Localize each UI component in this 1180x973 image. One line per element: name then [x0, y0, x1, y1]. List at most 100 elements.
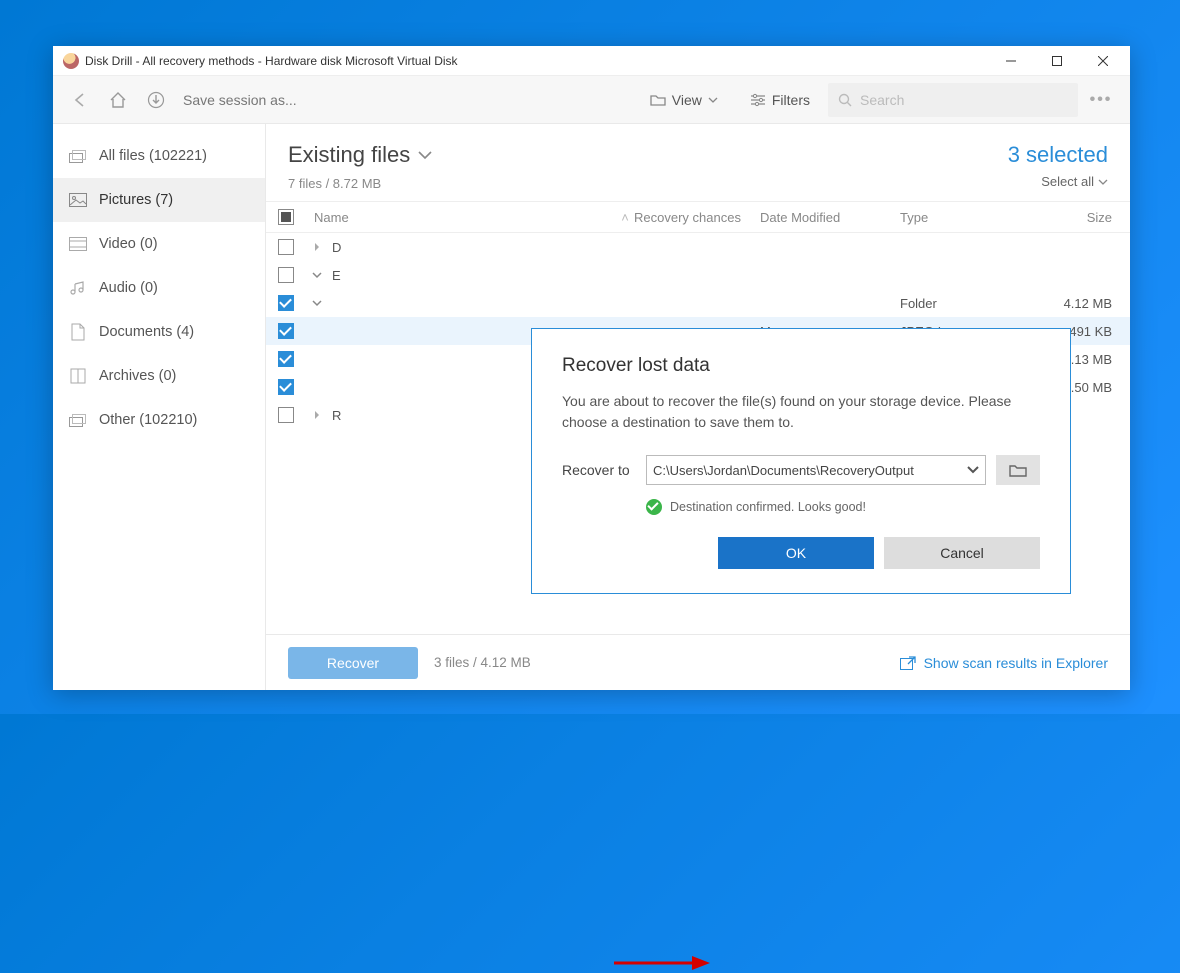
- stack-icon: [69, 147, 87, 165]
- table-row[interactable]: Folder4.12 MB: [266, 289, 1130, 317]
- window-title: Disk Drill - All recovery methods - Hard…: [85, 54, 988, 68]
- main-title: Existing files: [288, 142, 410, 168]
- recover-button[interactable]: Recover: [288, 647, 418, 679]
- cell-size: 4.12 MB: [1020, 296, 1130, 311]
- chevron-down-icon: [708, 97, 718, 103]
- table-header: Name ˄ Recovery chances Date Modified Ty…: [266, 201, 1130, 233]
- audio-icon: [69, 279, 87, 297]
- search-icon: [838, 93, 852, 107]
- col-name[interactable]: Name: [306, 210, 616, 225]
- expand-icon[interactable]: [306, 410, 328, 420]
- sidebar-item-label: Video (0): [99, 236, 158, 252]
- row-checkbox[interactable]: [278, 295, 294, 311]
- explorer-label: Show scan results in Explorer: [924, 655, 1108, 671]
- sort-indicator: ˄: [616, 210, 634, 225]
- sidebar-item-audio[interactable]: Audio (0): [53, 266, 265, 310]
- video-icon: [69, 235, 87, 253]
- select-all-checkbox[interactable]: [278, 209, 294, 225]
- annotation-arrow: [612, 953, 712, 973]
- chevron-down-icon: [967, 466, 979, 474]
- row-checkbox[interactable]: [278, 323, 294, 339]
- search-placeholder: Search: [860, 92, 904, 108]
- confirm-text: Destination confirmed. Looks good!: [670, 500, 866, 514]
- sidebar-item-documents[interactable]: Documents (4): [53, 310, 265, 354]
- select-all-label: Select all: [1041, 174, 1094, 189]
- title-bar: Disk Drill - All recovery methods - Hard…: [53, 46, 1130, 76]
- main-header: Existing files 7 files / 8.72 MB 3 selec…: [266, 124, 1130, 201]
- sidebar-item-label: Audio (0): [99, 280, 158, 296]
- close-button[interactable]: [1080, 46, 1126, 76]
- search-input[interactable]: Search: [828, 83, 1078, 117]
- cancel-button[interactable]: Cancel: [884, 537, 1040, 569]
- expand-icon[interactable]: [306, 270, 328, 280]
- row-checkbox[interactable]: [278, 407, 294, 423]
- back-button[interactable]: [63, 83, 97, 117]
- sidebar-item-archives[interactable]: Archives (0): [53, 354, 265, 398]
- main-subtitle: 7 files / 8.72 MB: [288, 176, 1008, 191]
- col-type[interactable]: Type: [900, 210, 1020, 225]
- col-recovery[interactable]: Recovery chances: [634, 210, 760, 225]
- sidebar-item-label: Pictures (7): [99, 192, 173, 208]
- row-checkbox[interactable]: [278, 267, 294, 283]
- table-row[interactable]: D: [266, 233, 1130, 261]
- maximize-button[interactable]: [1034, 46, 1080, 76]
- main: Existing files 7 files / 8.72 MB 3 selec…: [266, 124, 1130, 690]
- expand-icon[interactable]: [306, 242, 328, 252]
- recover-to-label: Recover to: [562, 462, 636, 478]
- folder-icon: [1009, 463, 1027, 477]
- row-checkbox[interactable]: [278, 379, 294, 395]
- col-size[interactable]: Size: [1020, 210, 1130, 225]
- filters-label: Filters: [772, 92, 810, 108]
- destination-select[interactable]: C:\Users\Jordan\Documents\RecoveryOutput: [646, 455, 986, 485]
- select-all-button[interactable]: Select all: [1008, 174, 1108, 189]
- sidebar-item-pictures[interactable]: Pictures (7): [53, 178, 265, 222]
- document-icon: [69, 323, 87, 341]
- sidebar-item-label: Other (102210): [99, 412, 197, 428]
- expand-icon[interactable]: [306, 298, 328, 308]
- app-icon: [63, 53, 79, 69]
- sidebar-item-label: Documents (4): [99, 324, 194, 340]
- filters-button[interactable]: Filters: [736, 83, 824, 117]
- home-button[interactable]: [101, 83, 135, 117]
- sidebar-item-label: Archives (0): [99, 368, 176, 384]
- main-title-dropdown[interactable]: Existing files: [288, 142, 1008, 168]
- sliders-icon: [750, 93, 766, 107]
- sidebar-item-label: All files (102221): [99, 148, 207, 164]
- picture-icon: [69, 191, 87, 209]
- chevron-down-icon: [418, 151, 432, 160]
- table-row[interactable]: E: [266, 261, 1130, 289]
- selected-count: 3 selected: [1008, 142, 1108, 168]
- cell-name: E: [328, 268, 634, 283]
- browse-button[interactable]: [996, 455, 1040, 485]
- view-label: View: [672, 92, 702, 108]
- archive-icon: [69, 367, 87, 385]
- more-button[interactable]: •••: [1082, 91, 1120, 109]
- footer-summary: 3 files / 4.12 MB: [434, 655, 900, 670]
- destination-path: C:\Users\Jordan\Documents\RecoveryOutput: [653, 463, 914, 478]
- toolbar: Save session as... View Filters Search •…: [53, 76, 1130, 124]
- col-date[interactable]: Date Modified: [760, 210, 900, 225]
- body: All files (102221) Pictures (7) Video (0…: [53, 124, 1130, 690]
- sidebar: All files (102221) Pictures (7) Video (0…: [53, 124, 266, 690]
- footer: Recover 3 files / 4.12 MB Show scan resu…: [266, 634, 1130, 690]
- stack-icon: [69, 411, 87, 429]
- show-in-explorer-link[interactable]: Show scan results in Explorer: [900, 655, 1108, 671]
- sidebar-item-video[interactable]: Video (0): [53, 222, 265, 266]
- sidebar-item-other[interactable]: Other (102210): [53, 398, 265, 442]
- app-window: Disk Drill - All recovery methods - Hard…: [53, 46, 1130, 690]
- row-checkbox[interactable]: [278, 239, 294, 255]
- chevron-down-icon: [1098, 179, 1108, 185]
- download-icon[interactable]: [139, 83, 173, 117]
- minimize-button[interactable]: [988, 46, 1034, 76]
- view-dropdown[interactable]: View: [636, 83, 732, 117]
- row-checkbox[interactable]: [278, 351, 294, 367]
- recover-dialog: Recover lost data You are about to recov…: [531, 328, 1071, 594]
- external-icon: [900, 656, 916, 670]
- dialog-title: Recover lost data: [562, 355, 1040, 377]
- cell-name: D: [328, 240, 634, 255]
- save-session-button[interactable]: Save session as...: [183, 92, 632, 108]
- checkmark-icon: [646, 499, 662, 515]
- sidebar-item-all[interactable]: All files (102221): [53, 134, 265, 178]
- cell-type: Folder: [900, 296, 1020, 311]
- ok-button[interactable]: OK: [718, 537, 874, 569]
